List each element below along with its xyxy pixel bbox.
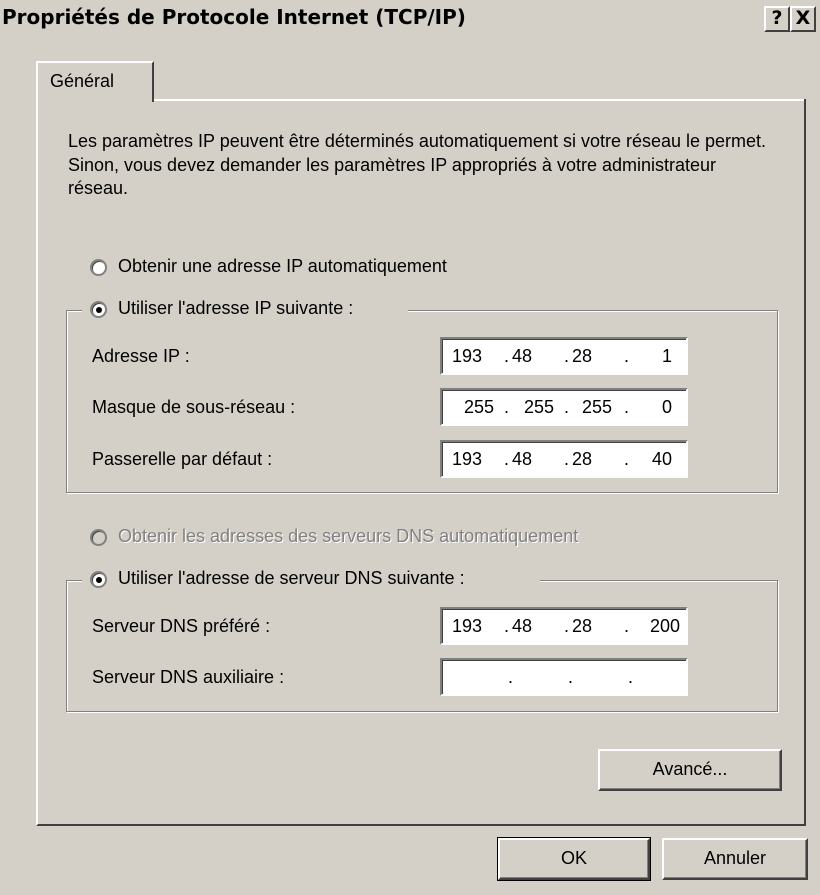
subnet-mask-input[interactable]: 255 . 255 . 255 . 0 [440, 388, 688, 426]
octet-separator: . [568, 667, 574, 687]
octet-4: 200 [649, 616, 680, 636]
octet-2: 48 [511, 346, 532, 366]
radio-selected-dot [96, 577, 102, 583]
default-gateway-input[interactable]: 193 . 48 . 28 . 40 [440, 440, 688, 478]
octet-separator: . [624, 449, 630, 469]
title-bar: Propriétés de Protocole Internet (TCP/IP… [0, 0, 820, 40]
octet-separator: . [624, 397, 630, 417]
octet-2: 255 [523, 397, 554, 417]
cancel-button[interactable]: Annuler [662, 838, 808, 880]
octet-3: 28 [571, 449, 592, 469]
preferred-dns-label: Serveur DNS préféré : [92, 616, 271, 636]
dialog-title: Propriétés de Protocole Internet (TCP/IP… [2, 5, 466, 29]
tcpip-properties-dialog: Propriétés de Protocole Internet (TCP/IP… [0, 0, 820, 895]
radio-dns-manual[interactable] [90, 571, 107, 588]
alternate-dns-label: Serveur DNS auxiliaire : [92, 667, 285, 687]
octet-2: 48 [511, 449, 532, 469]
octet-separator: . [624, 616, 630, 636]
subnet-mask-label: Masque de sous-réseau : [92, 397, 296, 417]
radio-ip-manual[interactable] [90, 301, 107, 318]
octet-separator: . [504, 397, 510, 417]
close-icon: X [795, 7, 811, 29]
help-icon: ? [771, 7, 783, 29]
octet-4: 1 [661, 346, 672, 366]
octet-separator: . [624, 346, 630, 366]
radio-ip-auto-label[interactable]: Obtenir une adresse IP automatiquement [118, 256, 447, 277]
radio-selected-dot [96, 307, 102, 313]
ip-address-label: Adresse IP : [92, 346, 190, 366]
octet-1: 255 [463, 397, 494, 417]
octet-1: 193 [451, 616, 482, 636]
alternate-dns-input[interactable]: . . . [440, 658, 688, 696]
octet-1: 193 [451, 346, 482, 366]
tab-general[interactable]: Général [36, 61, 154, 102]
radio-ip-manual-label[interactable]: Utiliser l'adresse IP suivante : [118, 298, 353, 319]
radio-dns-auto[interactable] [90, 529, 107, 546]
octet-2: 48 [511, 616, 532, 636]
radio-dns-auto-label[interactable]: Obtenir les adresses des serveurs DNS au… [118, 526, 578, 547]
tab-general-label: Général [50, 71, 115, 91]
default-gateway-label: Passerelle par défaut : [92, 449, 273, 469]
octet-3: 28 [571, 346, 592, 366]
octet-separator: . [564, 397, 570, 417]
intro-text: Les paramètres IP peuvent être déterminé… [68, 131, 767, 198]
radio-ip-auto[interactable] [90, 259, 107, 276]
close-button[interactable]: X [790, 6, 816, 32]
octet-1: 193 [451, 449, 482, 469]
octet-4: 40 [651, 449, 672, 469]
preferred-dns-input[interactable]: 193 . 48 . 28 . 200 [440, 607, 688, 645]
octet-3: 28 [571, 616, 592, 636]
octet-separator: . [508, 667, 514, 687]
advanced-button[interactable]: Avancé... [598, 749, 782, 791]
octet-4: 0 [661, 397, 672, 417]
radio-dns-manual-label[interactable]: Utiliser l'adresse de serveur DNS suivan… [118, 568, 465, 589]
ok-button[interactable]: OK [497, 837, 651, 881]
octet-3: 255 [581, 397, 612, 417]
ip-address-input[interactable]: 193 . 48 . 28 . 1 [440, 337, 688, 375]
octet-separator: . [628, 667, 634, 687]
help-button[interactable]: ? [764, 6, 790, 32]
